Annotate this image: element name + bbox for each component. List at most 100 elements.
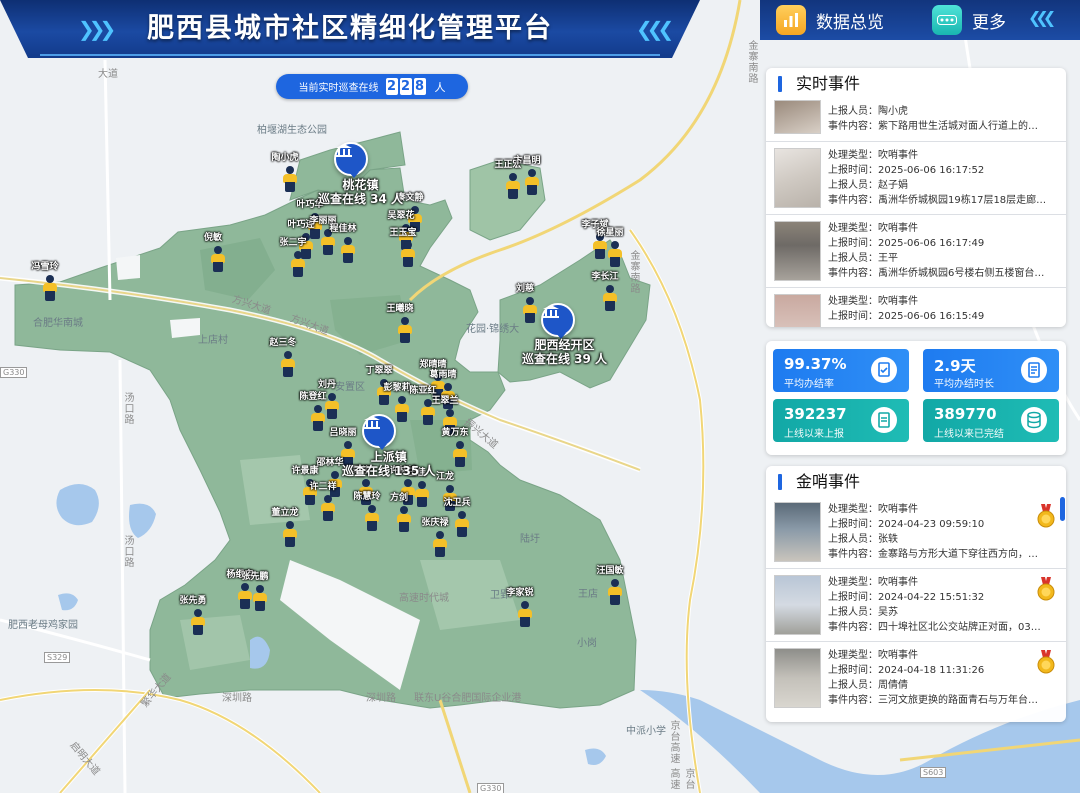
realtime-event-list[interactable]: 上报人员：陶小虎 事件内容：紫下路用世生活城对面人行道上的… 处理类型：吹哨事件… [766,96,1066,327]
person-icon [446,409,454,417]
event-line: 处理类型：吹哨事件 [828,650,918,661]
patrol-marker[interactable]: 陶小虎 [271,153,300,193]
event-line: 处理类型：吹哨事件 [828,577,918,588]
person-legs [610,257,620,267]
person-icon [324,495,332,503]
patrol-marker[interactable]: 沈卫兵 [443,498,472,538]
person-icon [331,471,339,479]
event-photo [774,148,821,208]
patrol-marker[interactable]: 卞昌明 [513,156,542,196]
road-label: 汤口路 [122,392,133,425]
online-digit: 2 [385,78,398,95]
person-legs [285,182,295,192]
district-pin-jingkai[interactable] [541,303,577,343]
person-icon [401,317,409,325]
patrol-marker[interactable]: 王正宏 [494,160,523,200]
realtime-events-panel: 实时事件 上报人员：陶小虎 事件内容：紫下路用世生活城对面人行道上的… 处理类型… [766,68,1066,327]
person-legs [435,547,445,557]
event-line: 事件内容：三河文旅更换的路面青石与万年台… [828,695,1038,706]
person-icon [509,173,517,181]
district-pin-shangpai[interactable] [362,414,398,454]
event-item[interactable]: 处理类型：吹哨事件 上报时间：2025-06-06 16:15:49 [766,288,1066,327]
nav-label: 数据总览 [816,12,884,33]
place-label: 上店村 [198,335,228,346]
patrol-marker[interactable]: 李家锐 [506,588,535,628]
whistle-event-list[interactable]: 处理类型：吹哨事件 上报时间：2024-04-23 09:59:10 上报人员：… [766,496,1066,722]
person-legs [45,291,55,301]
person-legs [417,497,427,507]
place-label: 肥西老母鸡家园 [8,620,78,631]
patrol-marker[interactable]: 汪国敏 [596,566,625,606]
event-details: 上报人员：陶小虎 事件内容：紫下路用世生活城对面人行道上的… [828,104,1058,134]
person-icon [404,241,412,249]
person-legs [327,409,337,419]
patrol-name: 许二祥 [309,482,337,492]
patrol-name: 葛雨晴 [429,370,457,380]
patrol-marker[interactable]: 张二宇 [279,238,308,278]
chevron-left-icon: ❮❮❮ [636,17,674,41]
list-scrollbar[interactable] [1060,497,1065,521]
event-line: 上报时间：2025-06-06 16:17:52 [828,165,985,176]
person-icon [256,585,264,593]
nav-label: 更多 [972,12,1006,33]
person-icon [398,396,406,404]
patrol-marker[interactable]: 张先勇 [179,596,208,636]
event-line: 上报时间：2025-06-06 16:15:49 [828,311,985,322]
road-label: 大道 [98,69,118,80]
person-legs [423,415,433,425]
patrol-marker[interactable]: 陈慧玲 [353,492,382,532]
patrol-marker[interactable]: 王玉宝 [389,228,418,268]
patrol-marker[interactable]: 李长江 [591,272,620,312]
event-line: 上报时间：2024-04-22 15:51:32 [828,592,985,603]
patrol-marker[interactable]: 倪敏 [204,233,228,273]
patrol-marker[interactable]: 程佳林 [329,224,358,264]
person-legs [305,495,315,505]
road-label: 金寨南路 [628,250,639,294]
event-item[interactable]: 处理类型：吹哨事件 上报时间：2025-06-06 16:17:52 上报人员：… [766,142,1066,215]
person-legs [525,313,535,323]
person-icon [362,479,370,487]
event-item[interactable]: 上报人员：陶小虎 事件内容：紫下路用世生活城对面人行道上的… [766,96,1066,142]
patrol-name: 董立龙 [271,508,299,518]
app-title: 肥西县城市社区精细化管理平台 [147,13,553,44]
person-icon [528,169,536,177]
patrol-marker[interactable]: 赵三冬 [269,338,298,378]
event-line: 事件内容：禹洲华侨城枫园6号楼右侧五楼窗台… [828,268,1045,279]
person-legs [343,253,353,263]
district-pin-taohua[interactable] [334,142,370,182]
patrol-marker[interactable]: 冯雪玲 [31,262,60,302]
person-legs [400,333,410,343]
patrol-name: 陶小虎 [271,153,299,163]
nav-data-overview-button[interactable]: 数据总览 [776,4,884,36]
patrol-marker[interactable]: 刘慈 [516,284,540,324]
nav-more-button[interactable]: 更多 [932,4,1006,36]
patrol-marker[interactable]: 许二祥 [309,482,338,522]
event-item[interactable]: 处理类型：吹哨事件 上报时间：2024-04-23 09:59:10 上报人员：… [766,496,1066,569]
top-header: ❯❯❯ ❮❮❮ 肥西县城市社区精细化管理平台 数据总览 更多 ❮❮❮ [0,0,1080,60]
person-legs [605,301,615,311]
patrol-marker[interactable]: 黄万东 [441,428,470,468]
event-item[interactable]: 处理类型：吹哨事件 上报时间：2024-04-18 11:31:26 上报人员：… [766,642,1066,715]
patrol-marker[interactable]: 陈登红 [299,392,328,432]
person-legs [508,189,518,199]
event-item[interactable]: 处理类型：吹哨事件 上报时间：2025-06-06 16:17:49 上报人员：… [766,215,1066,288]
person-legs [520,617,530,627]
patrol-marker[interactable]: 张先鹏 [241,572,270,612]
stats-panel: 99.37% 平均办结率 2.9天 平均办结时长 392237 上线以来上报 3… [766,341,1066,455]
place-label: 中派小学 [626,726,666,737]
road-label: 联东U谷合肥国际企业港 [414,693,522,704]
patrol-marker[interactable]: 王曦晓 [386,304,415,344]
patrol-marker[interactable]: 方剑 [390,493,414,533]
online-prefix: 当前实时巡查在线 [298,83,379,94]
stat-value: 389770 [934,405,997,423]
patrol-name: 程佳林 [329,224,357,234]
report-doc-icon [871,407,897,433]
patrol-marker[interactable]: 张庆禄 [421,518,450,558]
person-icon [286,166,294,174]
person-icon [46,275,54,283]
event-item[interactable]: 处理类型：吹哨事件 上报时间：2024-04-22 15:51:32 上报人员：… [766,569,1066,642]
patrol-marker[interactable]: 董立龙 [271,508,300,548]
patrol-marker[interactable]: 徐星丽 [596,228,625,268]
event-line: 上报时间：2024-04-18 11:31:26 [828,665,985,676]
event-line: 处理类型：吹哨事件 [828,504,918,515]
